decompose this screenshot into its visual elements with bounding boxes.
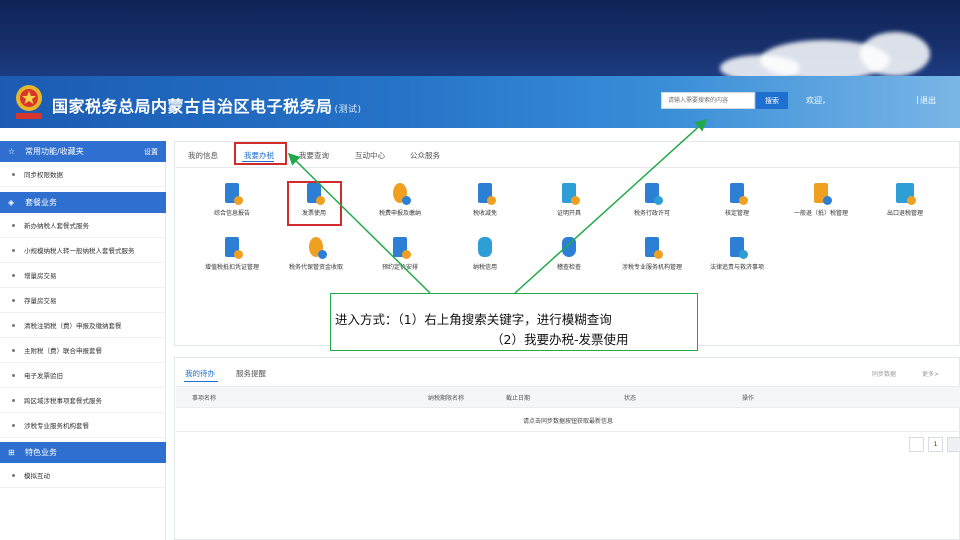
arrow-to-search [514, 118, 708, 294]
annotation-callout: 进入方式：（1）右上角搜索关键字，进行模糊查询 （2）我要办税-发票使用 [330, 293, 698, 351]
page: 国家税务总局内蒙古自治区电子税务局(测试) 搜索 欢迎， | 退出 ☆ 常用功能… [0, 0, 960, 540]
callout-line-2: （2）我要办税-发票使用 [491, 332, 629, 347]
arrow-to-tab [287, 152, 431, 294]
callout-line-1: 进入方式：（1）右上角搜索关键字，进行模糊查询 [335, 312, 612, 327]
annotation-arrows [287, 118, 708, 294]
